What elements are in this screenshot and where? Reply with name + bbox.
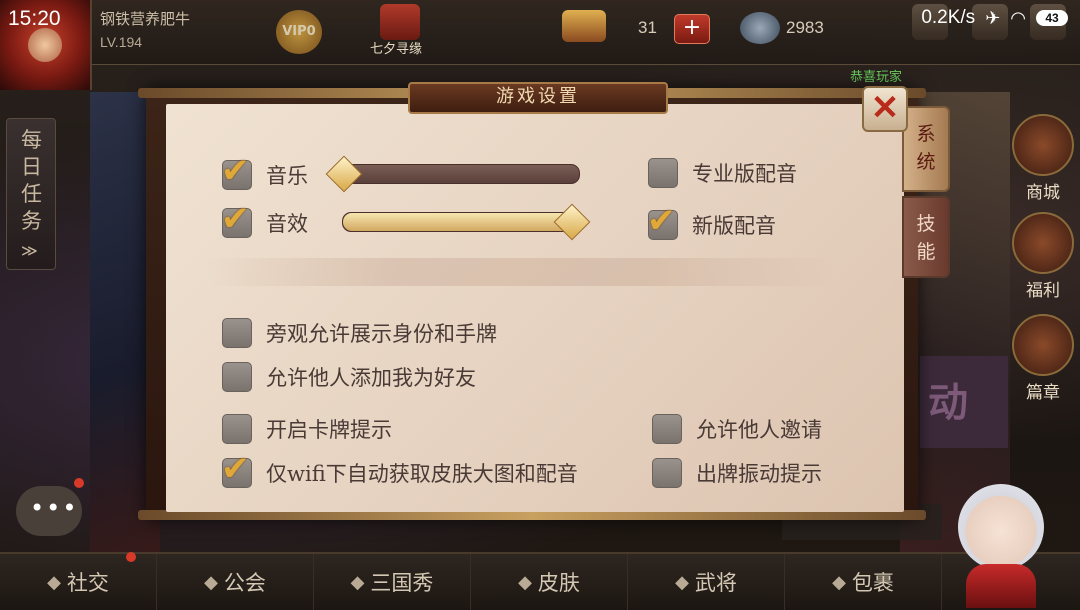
fan-icon <box>1012 314 1074 376</box>
checkmark-icon: ✔ <box>221 449 250 489</box>
nav-social[interactable]: ◆ 社交 <box>0 554 157 610</box>
allow-friend-request-checkbox[interactable]: ✔ <box>222 362 252 392</box>
card-hint-checkbox[interactable]: ✔ <box>222 414 252 444</box>
nav-label: 皮肤 <box>537 571 580 595</box>
music-toggle[interactable]: ✔ 音乐 <box>221 151 308 191</box>
side-nav-label: 商城 <box>1026 183 1060 203</box>
wifi-auto-download-checkbox[interactable]: ✔ <box>221 449 252 489</box>
spectator-reveal-label: 旁观允许展示身份和手牌 <box>266 322 497 346</box>
spectator-reveal-checkbox[interactable]: ✔ <box>222 318 252 348</box>
nav-skin[interactable]: ◆ 皮肤 <box>471 554 628 610</box>
chat-notification-dot <box>74 478 84 488</box>
side-nav-label: 福利 <box>1026 281 1060 301</box>
gift-icon <box>1012 212 1074 274</box>
background-banner-text: 动 <box>928 380 968 426</box>
nav-label: 公会 <box>223 571 266 595</box>
side-nav-shop[interactable]: 商城 <box>1010 114 1076 203</box>
wifi-auto-download-option[interactable]: ✔ 仅wifi下自动获取皮肤大图和配音 <box>221 449 578 489</box>
checkmark-icon: ✔ <box>221 151 250 191</box>
allow-invite-label: 允许他人邀请 <box>696 418 822 442</box>
card-hint-option[interactable]: ✔ 开启卡牌提示 <box>222 414 392 444</box>
play-vibration-label: 出牌振动提示 <box>696 462 822 486</box>
play-vibration-option[interactable]: ✔ 出牌振动提示 <box>652 458 822 488</box>
bottom-nav: ◆ 社交 ◆ 公会 ◆ 三国秀 ◆ 皮肤 ◆ 武将 ◆ 包裹 <box>0 552 1080 610</box>
guild-icon: ◆ <box>204 571 218 593</box>
daily-tasks-tab[interactable]: 每日任务 ≫ <box>6 118 56 270</box>
wifi-icon: ◠ <box>1010 7 1026 28</box>
nav-label: 社交 <box>66 571 109 595</box>
toast-message: 恭喜玩家 <box>850 70 903 85</box>
event-label[interactable]: 七夕寻缘 <box>370 38 422 57</box>
nav-bag[interactable]: ◆ 包裹 <box>785 554 942 610</box>
sound-effects-toggle[interactable]: ✔ 音效 <box>221 199 308 239</box>
tab-label: 系统 <box>916 123 936 173</box>
nav-general[interactable]: ◆ 武将 <box>628 554 785 610</box>
new-voice-label: 新版配音 <box>692 214 776 238</box>
status-bar: 15:20 0.2K/s ✈ ◠ 43 <box>0 0 1080 38</box>
sound-effects-slider-fill <box>343 213 571 231</box>
close-button[interactable]: ✕ <box>862 86 908 132</box>
sound-effects-label: 音效 <box>266 212 308 236</box>
allow-invite-option[interactable]: ✔ 允许他人邀请 <box>652 414 822 444</box>
general-icon: ◆ <box>675 571 689 593</box>
dialog-title-plate: 游戏设置 <box>408 82 668 114</box>
allow-friend-request-option[interactable]: ✔ 允许他人添加我为好友 <box>222 362 476 392</box>
tab-skills[interactable]: 技能 <box>902 196 950 278</box>
mascot-head <box>958 484 1044 570</box>
checkmark-icon: ✔ <box>221 199 250 239</box>
sound-effects-checkbox[interactable]: ✔ <box>221 199 252 239</box>
pro-voice-label: 专业版配音 <box>692 162 797 186</box>
music-label: 音乐 <box>266 164 308 188</box>
side-nav-label: 篇章 <box>1026 383 1060 403</box>
background-banner: 动 <box>920 356 1008 448</box>
shop-icon <box>1012 114 1074 176</box>
mascot-character[interactable] <box>944 476 1064 608</box>
wifi-auto-download-label: 仅wifi下自动获取皮肤大图和配音 <box>266 462 578 486</box>
airplane-icon: ✈ <box>985 7 1001 28</box>
status-time: 15:20 <box>8 7 61 30</box>
chat-button[interactable]: ••• <box>16 486 82 536</box>
daily-tasks-label: 每日任务 <box>21 128 42 233</box>
bag-icon: ◆ <box>832 571 846 593</box>
nav-show[interactable]: ◆ 三国秀 <box>314 554 471 610</box>
social-notification-dot <box>126 552 136 562</box>
dialog-title: 游戏设置 <box>496 86 580 107</box>
pro-voice-checkbox[interactable]: ✔ <box>648 158 678 188</box>
music-volume-slider[interactable] <box>325 155 580 193</box>
chat-icon: ◆ <box>47 571 61 593</box>
spectator-reveal-option[interactable]: ✔ 旁观允许展示身份和手牌 <box>222 318 497 348</box>
tab-label: 技能 <box>916 213 936 263</box>
pro-voice-option[interactable]: ✔ 专业版配音 <box>648 158 797 188</box>
new-voice-checkbox[interactable]: ✔ <box>647 201 678 241</box>
mascot-body <box>966 564 1036 608</box>
network-speed: 0.2K/s <box>921 7 976 28</box>
play-vibration-checkbox[interactable]: ✔ <box>652 458 682 488</box>
expand-arrow-icon: ≫ <box>21 241 38 260</box>
section-divider <box>206 258 836 286</box>
tab-system[interactable]: 系统 <box>902 106 950 192</box>
new-voice-option[interactable]: ✔ 新版配音 <box>647 201 776 241</box>
show-icon: ◆ <box>350 571 365 593</box>
nav-label: 武将 <box>694 571 737 595</box>
chat-dots-icon: ••• <box>30 494 79 522</box>
allow-friend-request-label: 允许他人添加我为好友 <box>266 366 476 390</box>
sound-effects-volume-slider[interactable] <box>342 203 591 241</box>
nav-guild[interactable]: ◆ 公会 <box>157 554 314 610</box>
allow-invite-checkbox[interactable]: ✔ <box>652 414 682 444</box>
side-nav-welfare[interactable]: 福利 <box>1010 212 1076 301</box>
checkmark-icon: ✔ <box>647 201 676 241</box>
battery-icon: 43 <box>1036 10 1068 26</box>
side-nav-chapter[interactable]: 篇章 <box>1010 314 1076 403</box>
music-checkbox[interactable]: ✔ <box>221 151 252 191</box>
skin-icon: ◆ <box>518 571 532 593</box>
nav-label: 包裹 <box>851 571 894 595</box>
nav-label: 三国秀 <box>370 571 434 595</box>
status-indicators: 0.2K/s ✈ ◠ 43 <box>921 7 1068 29</box>
card-hint-label: 开启卡牌提示 <box>266 418 392 442</box>
